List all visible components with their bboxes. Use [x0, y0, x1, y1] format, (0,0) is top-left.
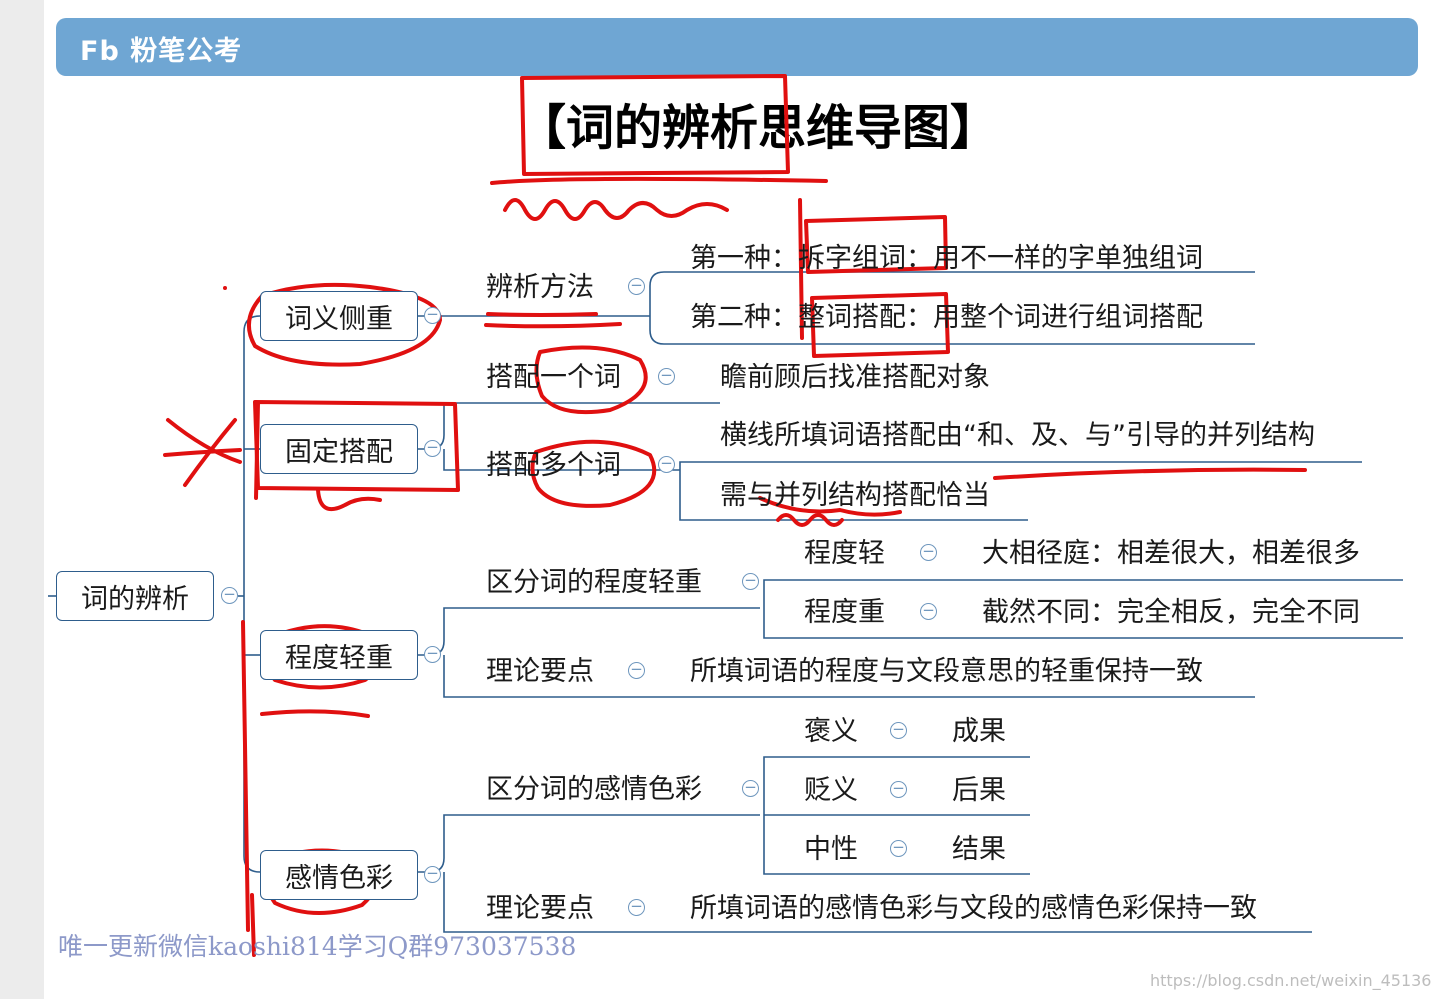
collapse-toggle-icon[interactable]: − [742, 573, 759, 590]
method-prefix: 第二种： [690, 302, 798, 333]
mindmap-canvas: Fb 粉笔公考 【词的辨析思维导图】 词的辨析 − 词义侧重 − 固定搭配 − … [0, 0, 1431, 999]
collapse-toggle-icon[interactable]: − [628, 278, 645, 295]
collapse-toggle-icon[interactable]: − [658, 456, 675, 473]
leaf-text: 所填词语的程度与文段意思的轻重保持一致 [690, 656, 1203, 687]
collapse-toggle-icon[interactable]: − [424, 307, 441, 324]
collapse-toggle-icon[interactable]: − [920, 544, 937, 561]
collapse-toggle-icon[interactable]: − [424, 646, 441, 663]
handwritten-annotations [163, 74, 1307, 957]
leaf-text: 后果 [952, 775, 1006, 806]
leaf-text: 结果 [952, 834, 1006, 865]
sentiment-neutral-label: 中性 [804, 834, 858, 865]
topic-theory-points: 理论要点 [486, 656, 594, 687]
topic-multiple-words: 搭配多个词 [486, 450, 621, 481]
collapse-toggle-icon[interactable]: − [628, 899, 645, 916]
branch-label: 程度轻重 [285, 642, 393, 674]
method-key: 拆字组词： [798, 243, 933, 274]
method-item-1: 第一种：拆字组词：用不一样的字单独组词 [690, 243, 1203, 275]
topic-theory-points: 理论要点 [486, 893, 594, 924]
root-label: 词的辨析 [81, 583, 189, 615]
collapse-toggle-icon[interactable]: − [742, 780, 759, 797]
method-desc: 用整个词进行组词搭配 [933, 302, 1203, 333]
watermark-text: 唯一更新微信kaoshi814学习Q群973037538 [58, 932, 577, 961]
leaf-text: 截然不同：完全相反，完全不同 [982, 597, 1360, 628]
topic-sentiment: 区分词的感情色彩 [486, 774, 702, 805]
branch-node-fixed-collocation[interactable]: 固定搭配 [260, 424, 418, 474]
leaf-text: 成果 [952, 716, 1006, 747]
root-node[interactable]: 词的辨析 [56, 571, 214, 621]
branch-node-sentiment[interactable]: 感情色彩 [260, 850, 418, 900]
topic-analysis-method: 辨析方法 [486, 272, 594, 303]
source-url: https://blog.csdn.net/weixin_45136207 [1150, 971, 1431, 990]
collapse-toggle-icon[interactable]: − [424, 866, 441, 883]
collapse-toggle-icon[interactable]: − [658, 368, 675, 385]
sentiment-negative-label: 贬义 [804, 775, 858, 806]
branch-node-word-meaning[interactable]: 词义侧重 [260, 291, 418, 341]
branch-label: 感情色彩 [285, 862, 393, 894]
branch-label: 固定搭配 [285, 436, 393, 468]
method-prefix: 第一种： [690, 243, 798, 274]
collapse-toggle-icon[interactable]: − [424, 440, 441, 457]
leaf-text: 所填词语的感情色彩与文段的感情色彩保持一致 [690, 893, 1257, 924]
leaf-text: 大相径庭：相差很大，相差很多 [982, 538, 1360, 569]
connector-lines [48, 74, 1403, 957]
method-desc: 用不一样的字单独组词 [933, 243, 1203, 274]
collapse-toggle-icon[interactable]: − [890, 840, 907, 857]
collapse-toggle-icon[interactable]: − [920, 603, 937, 620]
branch-label: 词义侧重 [285, 303, 393, 335]
collapse-toggle-icon[interactable]: − [628, 662, 645, 679]
topic-one-word: 搭配一个词 [486, 362, 621, 393]
sentiment-positive-label: 褒义 [804, 716, 858, 747]
collapse-toggle-icon[interactable]: − [890, 722, 907, 739]
topic-degree: 区分词的程度轻重 [486, 567, 702, 598]
degree-heavy-label: 程度重 [804, 597, 885, 628]
leaf-text: 瞻前顾后找准搭配对象 [720, 362, 990, 393]
collapse-toggle-icon[interactable]: − [890, 781, 907, 798]
leaf-text: 横线所填词语搭配由“和、及、与”引导的并列结构 [720, 420, 1315, 451]
branch-node-degree[interactable]: 程度轻重 [260, 630, 418, 680]
method-item-2: 第二种：整词搭配：用整个词进行组词搭配 [690, 302, 1203, 334]
method-key: 整词搭配： [798, 302, 933, 333]
collapse-toggle-icon[interactable]: − [221, 587, 238, 604]
leaf-text: 需与并列结构搭配恰当 [720, 480, 990, 511]
degree-light-label: 程度轻 [804, 538, 885, 569]
